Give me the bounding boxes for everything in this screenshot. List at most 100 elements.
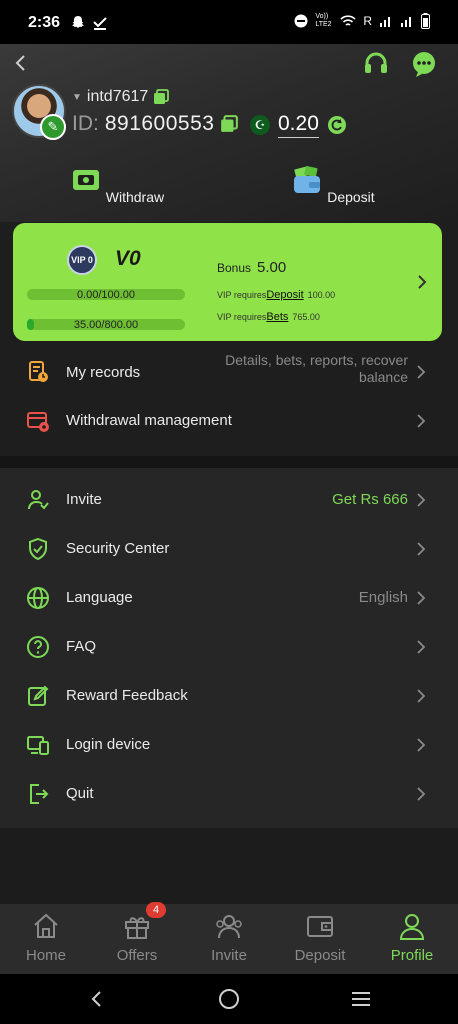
carrier-letter: R [363, 14, 372, 28]
empty-area [0, 828, 458, 904]
my-records-row[interactable]: My records Details, bets, reports, recov… [0, 346, 458, 398]
invite-reward: Get Rs 666 [332, 491, 408, 508]
id-label: ID: [72, 112, 99, 135]
vip-level: V0 [115, 247, 141, 270]
withdraw-label: Withdraw [105, 189, 165, 205]
withdrawal-management-icon [27, 411, 49, 432]
invite-label: Invite [66, 491, 102, 508]
chat-icon[interactable] [410, 50, 438, 78]
question-icon [27, 635, 49, 658]
tab-profile-label: Profile [390, 947, 434, 964]
withdraw-icon [72, 170, 99, 190]
profile-header: ✎ ▼ intd7617 ID: 891600553 ☪ 0.20 Withdr… [0, 44, 458, 222]
vip-bets-requirement: VIP requiresBets 765.00 [217, 311, 320, 323]
tab-offers-label: Offers [116, 947, 158, 964]
shield-icon [29, 537, 47, 560]
chevron-right-icon [417, 541, 426, 556]
tab-offers[interactable]: Offers [97, 912, 177, 964]
deposit-wallet-icon [294, 166, 321, 193]
bonus-label: Bonus [217, 261, 252, 275]
vip-card[interactable]: VIP 0 V0 0.00/100.00 35.00/800.00 Bonus 5… [13, 223, 442, 341]
invite-user-icon [28, 489, 49, 509]
deposit-link[interactable]: Deposit [266, 289, 303, 301]
bottom-tab-bar: Home Offers Invite Deposit Profile [0, 904, 458, 974]
chevron-right-icon [417, 365, 426, 379]
tab-profile[interactable]: Profile [372, 912, 452, 964]
vip-deposit-requirement: VIP requiresDeposit 100.00 [217, 289, 336, 301]
refresh-icon[interactable] [327, 115, 347, 135]
chevron-right-icon [418, 275, 427, 289]
chevron-right-icon [417, 688, 426, 703]
reward-feedback-row[interactable]: Reward Feedback [0, 671, 458, 720]
tab-home[interactable]: Home [6, 912, 86, 964]
balance: ☪ 0.20 [250, 112, 347, 138]
tab-invite-label: Invite [211, 947, 247, 964]
tab-invite[interactable]: Invite [189, 912, 269, 964]
section-divider [0, 456, 458, 468]
bonus: Bonus 5.00 [217, 259, 286, 276]
deposit-button[interactable]: Deposit [273, 164, 393, 205]
devices-icon [27, 735, 49, 755]
tab-deposit-label: Deposit [294, 947, 346, 964]
caret-down-icon: ▼ [72, 91, 82, 103]
network-type: Vo)) LTE2 [315, 13, 332, 28]
offers-count-badge: 4 [146, 902, 166, 918]
quit-row[interactable]: Quit [0, 769, 458, 818]
quit-label: Quit [66, 785, 94, 802]
pakistan-flag-icon: ☪ [250, 115, 270, 135]
chevron-right-icon [417, 492, 426, 507]
nav-home-icon[interactable] [217, 987, 241, 1011]
login-device-label: Login device [66, 736, 151, 753]
tab-home-label: Home [25, 947, 66, 964]
withdrawal-management-row[interactable]: Withdrawal management [0, 396, 458, 445]
logout-icon [30, 783, 49, 804]
status-time: 2:36 [28, 14, 61, 31]
bets-progress-text: 35.00/800.00 [73, 319, 139, 331]
wifi-icon [340, 15, 356, 26]
bonus-value: 5.00 [257, 259, 287, 276]
user-id: 891600553 [104, 112, 215, 135]
invite-people-icon [216, 915, 242, 939]
balance-value: 0.20 [278, 112, 319, 138]
vip-badge-icon: VIP 0 [67, 245, 97, 275]
withdraw-button[interactable]: Withdraw [57, 164, 177, 205]
dnd-icon [294, 14, 308, 28]
language-row[interactable]: Language English [0, 573, 458, 622]
download-done-icon [93, 17, 107, 30]
edit-avatar-icon[interactable]: ✎ [40, 114, 66, 140]
wallet-icon [307, 916, 333, 937]
signal-icon-2 [401, 17, 411, 27]
copy-id-icon[interactable] [220, 115, 239, 133]
snapchat-icon [72, 16, 84, 28]
security-center-row[interactable]: Security Center [0, 524, 458, 573]
nav-back-icon[interactable] [85, 987, 109, 1011]
edit-feedback-icon [28, 685, 49, 706]
security-center-label: Security Center [66, 540, 170, 557]
globe-icon [27, 586, 49, 609]
bets-link[interactable]: Bets [266, 311, 288, 323]
faq-row[interactable]: FAQ [0, 622, 458, 671]
my-records-label: My records [66, 363, 141, 381]
system-nav-bar [0, 974, 458, 1024]
back-icon[interactable] [10, 52, 32, 74]
withdrawal-management-label: Withdrawal management [66, 412, 232, 429]
chevron-right-icon [417, 413, 426, 428]
records-icon [29, 361, 48, 382]
profile-icon [399, 914, 425, 940]
copy-username-icon[interactable] [153, 89, 170, 105]
tab-deposit[interactable]: Deposit [280, 912, 360, 964]
status-bar: 2:36 Vo)) LTE2 R [0, 0, 458, 44]
home-icon [34, 913, 58, 938]
chevron-right-icon [417, 786, 426, 801]
login-device-row[interactable]: Login device [0, 720, 458, 769]
faq-label: FAQ [66, 638, 97, 655]
reward-feedback-label: Reward Feedback [66, 687, 188, 704]
battery-icon [421, 13, 430, 29]
gift-icon [125, 917, 149, 939]
invite-row[interactable]: Invite Get Rs 666 [0, 475, 458, 524]
headset-support-icon[interactable] [362, 50, 390, 78]
nav-recents-icon[interactable] [349, 987, 373, 1011]
settings-section: Invite Get Rs 666 Security Center Langua… [0, 468, 458, 828]
my-records-description: Details, bets, reports, recover balance [225, 352, 408, 385]
deposit-label: Deposit [327, 189, 375, 205]
